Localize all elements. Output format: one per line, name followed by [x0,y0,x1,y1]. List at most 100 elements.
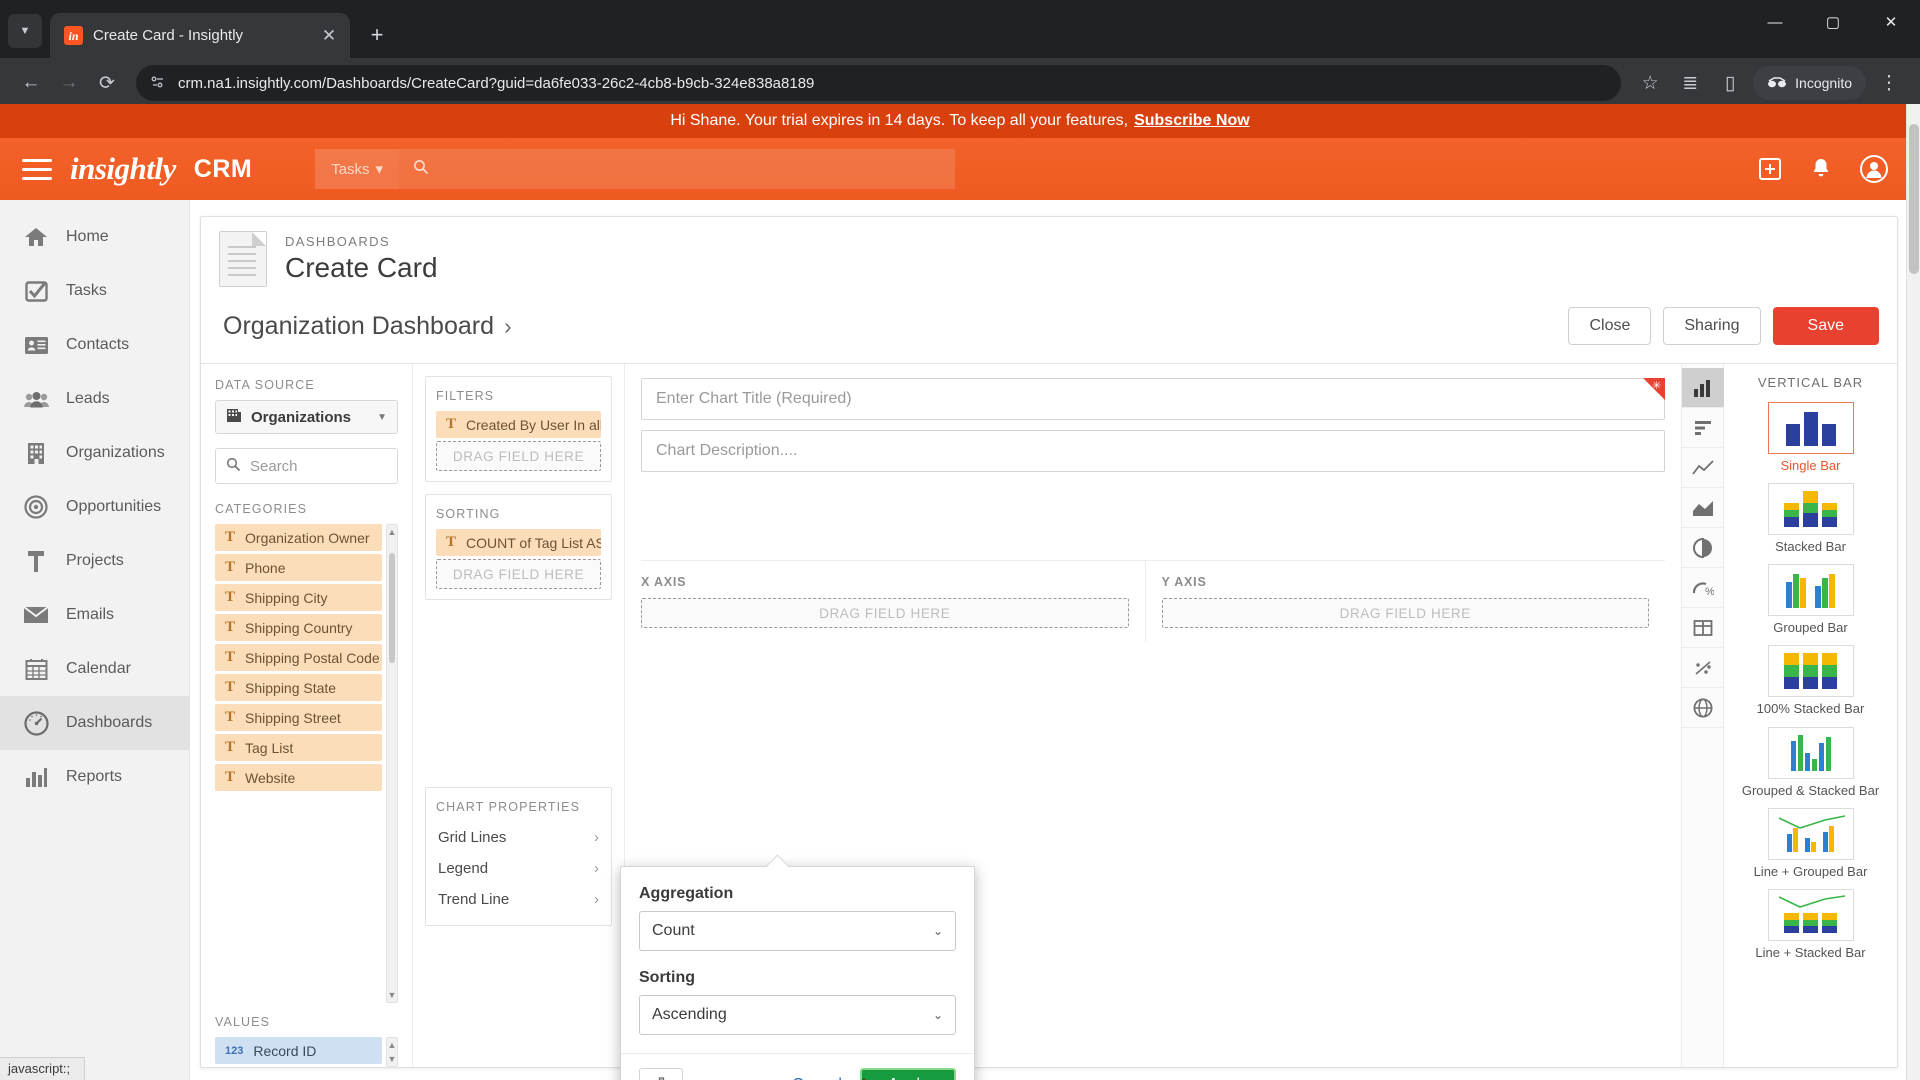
chart-type-line-stacked-bar[interactable]: Line + Stacked Bar [1724,889,1897,961]
page-scrollbar[interactable] [1906,104,1920,1080]
close-button[interactable]: Close [1568,307,1652,345]
sidebar-item-home[interactable]: Home [0,210,189,264]
field-chip[interactable]: T Shipping City [215,584,382,611]
incognito-indicator[interactable]: Incognito [1753,66,1866,100]
back-icon[interactable]: ← [14,66,48,100]
field-search-input[interactable]: Search [215,448,398,484]
scroll-up-icon[interactable]: ▲ [388,1040,397,1050]
chart-type-stacked-bar[interactable]: Stacked Bar [1724,482,1897,555]
scroll-down-icon[interactable]: ▼ [388,990,397,1000]
menu-hamburger-icon[interactable] [22,158,52,180]
minimize-button[interactable]: — [1746,0,1804,44]
close-window-button[interactable]: ✕ [1862,0,1920,44]
line-grouped-bar-thumb-icon[interactable] [1767,807,1854,860]
search-scope-selector[interactable]: Tasks ▾ [315,149,400,189]
forward-icon[interactable]: → [52,66,86,100]
scrollbar-thumb[interactable] [1909,124,1919,274]
sidebar-item-emails[interactable]: Emails [0,588,189,642]
single-bar-thumb-icon[interactable] [1767,401,1854,454]
chart-type-grouped-stacked-bar[interactable]: Grouped & Stacked Bar [1724,726,1897,799]
chart-type-single-bar[interactable]: Single Bar [1724,401,1897,474]
rail-pie-chart-icon[interactable] [1681,528,1724,568]
categories-scrollbar[interactable]: ▲ ▼ [386,524,398,1003]
stacked-bar-thumb-icon[interactable] [1767,482,1854,535]
sidebar-item-organizations[interactable]: Organizations [0,426,189,480]
sidebar-item-reports[interactable]: Reports [0,750,189,804]
add-icon[interactable] [1758,157,1782,181]
close-tab-icon[interactable]: ✕ [318,25,340,47]
address-bar[interactable]: crm.na1.insightly.com/Dashboards/CreateC… [136,65,1622,101]
chart-type-grouped-bar[interactable]: Grouped Bar [1724,564,1897,636]
field-chip[interactable]: T Shipping Country [215,614,382,641]
rail-bar-chart-icon[interactable] [1681,368,1724,408]
scrollbar-thumb[interactable] [389,553,395,663]
y-axis-dropzone[interactable]: DRAG FIELD HERE [1161,598,1649,628]
notifications-bell-icon[interactable] [1810,157,1832,181]
sidebar-item-projects[interactable]: Projects [0,534,189,588]
property-legend[interactable]: Legend › [436,853,601,884]
sorting-chip[interactable]: T COUNT of Tag List ASC [436,529,601,556]
sidebar-item-dashboards[interactable]: Dashboards [0,696,189,750]
reload-icon[interactable]: ⟳ [90,66,124,100]
filter-chip[interactable]: T Created By User In all [436,411,601,438]
field-chip[interactable]: T Tag List [215,734,382,761]
field-chip[interactable]: T Shipping Postal Code [215,644,382,671]
side-panel-icon[interactable]: ▯ [1713,66,1747,100]
field-chip[interactable]: 123 Record ID [215,1037,382,1064]
rail-gauge-percent-icon[interactable]: % [1681,568,1724,608]
grouped-stacked-bar-thumb-icon[interactable] [1767,726,1854,779]
rail-scatter-icon[interactable] [1681,648,1724,688]
scroll-up-icon[interactable]: ▲ [388,527,397,537]
rail-line-chart-icon[interactable] [1681,448,1724,488]
delete-icon[interactable] [639,1068,683,1080]
search-input[interactable] [399,149,956,189]
tab-search-button[interactable]: ▼ [8,14,42,48]
filters-dropzone[interactable]: DRAG FIELD HERE [436,441,601,471]
sidebar-item-calendar[interactable]: Calendar [0,642,189,696]
sorting-dropzone[interactable]: DRAG FIELD HERE [436,559,601,589]
maximize-button[interactable]: ▢ [1804,0,1862,44]
subscribe-now-link[interactable]: Subscribe Now [1134,112,1250,130]
reading-list-icon[interactable]: ≣ [1673,66,1707,100]
sidebar-item-tasks[interactable]: Tasks [0,264,189,318]
field-chip[interactable]: T Shipping State [215,674,382,701]
browser-menu-icon[interactable]: ⋮ [1872,66,1906,100]
property-trend-line[interactable]: Trend Line › [436,884,601,915]
save-button[interactable]: Save [1772,307,1879,345]
chart-description-input[interactable]: Chart Description.... [641,430,1665,472]
rail-horizontal-bar-icon[interactable] [1681,408,1724,448]
line-stacked-bar-thumb-icon[interactable] [1767,889,1854,942]
chart-type-100-stacked-bar[interactable]: 100% Stacked Bar [1724,645,1897,717]
rail-area-chart-icon[interactable] [1681,488,1724,528]
field-chip[interactable]: T Organization Owner [215,524,382,551]
property-grid-lines[interactable]: Grid Lines › [436,822,601,853]
field-chip[interactable]: T Phone [215,554,382,581]
sidebar-item-opportunities[interactable]: Opportunities [0,480,189,534]
hundred-stacked-bar-thumb-icon[interactable] [1767,645,1854,698]
chart-title-input[interactable]: Enter Chart Title (Required) [641,378,1665,420]
field-chip[interactable]: T Shipping Street [215,704,382,731]
user-avatar-icon[interactable] [1860,155,1888,183]
scroll-down-icon[interactable]: ▼ [388,1054,397,1064]
site-settings-icon[interactable] [150,74,166,93]
apply-button[interactable]: Apply [859,1068,956,1080]
sharing-button[interactable]: Sharing [1663,307,1761,345]
aggregation-select[interactable]: Count ⌄ [639,911,956,951]
dashboard-name[interactable]: Organization Dashboard › [223,312,512,341]
new-tab-button[interactable]: + [360,18,394,52]
x-axis-dropzone[interactable]: DRAG FIELD HERE [641,598,1129,628]
field-chip[interactable]: T Website [215,764,382,791]
browser-tab[interactable]: in Create Card - Insightly ✕ [50,13,350,58]
insightly-logo[interactable]: insightly [70,151,176,187]
sidebar-item-leads[interactable]: Leads [0,372,189,426]
chart-type-line-grouped-bar[interactable]: Line + Grouped Bar [1724,807,1897,880]
grouped-bar-thumb-icon[interactable] [1767,564,1854,617]
rail-globe-icon[interactable] [1681,688,1724,728]
data-source-select[interactable]: Organizations ▼ [215,400,398,434]
sorting-select[interactable]: Ascending ⌄ [639,995,956,1035]
cancel-button[interactable]: Cancel [792,1076,842,1080]
values-scrollbar[interactable]: ▲ ▼ [386,1037,398,1067]
rail-table-icon[interactable] [1681,608,1724,648]
bookmark-star-icon[interactable]: ☆ [1633,66,1667,100]
sidebar-item-contacts[interactable]: Contacts [0,318,189,372]
